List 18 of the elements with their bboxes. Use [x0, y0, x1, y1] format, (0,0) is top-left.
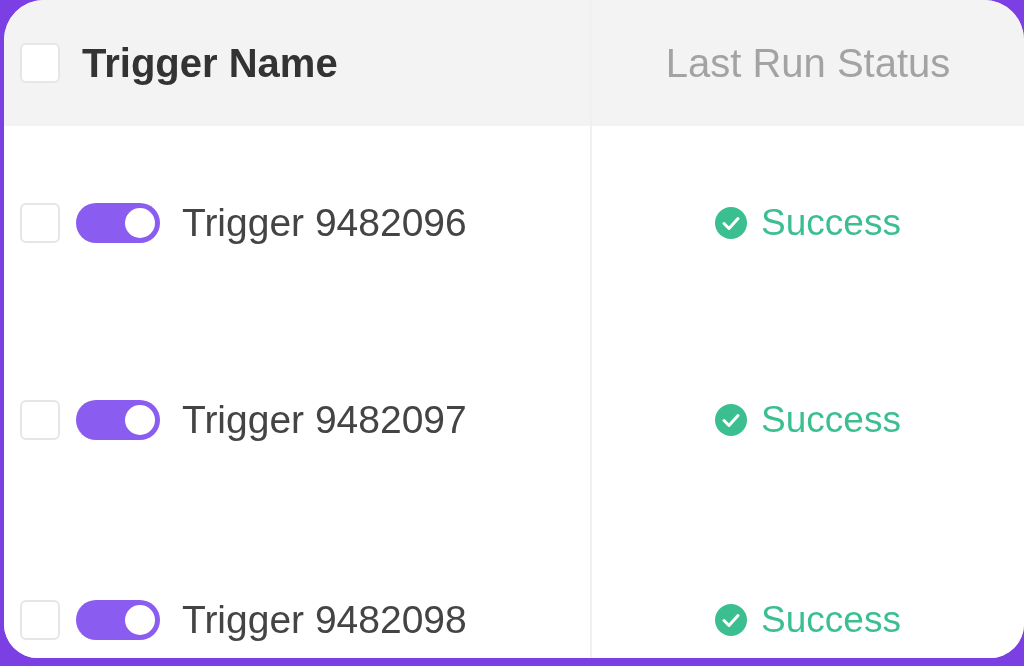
status-label: Success: [761, 599, 901, 641]
trigger-name: Trigger 9482097: [182, 398, 467, 442]
check-circle-icon: [715, 207, 748, 239]
check-circle-icon: [715, 404, 748, 436]
toggle-switch[interactable]: [76, 600, 160, 640]
check-circle-icon: [715, 604, 748, 636]
status-label: Success: [761, 202, 901, 244]
status-label: Success: [761, 399, 901, 441]
toggle-switch[interactable]: [76, 203, 160, 243]
row-checkbox[interactable]: [20, 600, 60, 640]
toggle-switch[interactable]: [76, 400, 160, 440]
row-checkbox[interactable]: [20, 203, 60, 243]
trigger-name: Trigger 9482098: [182, 598, 467, 642]
row-checkbox[interactable]: [20, 400, 60, 440]
select-all-checkbox[interactable]: [20, 43, 60, 83]
trigger-name: Trigger 9482096: [182, 201, 467, 245]
column-header: Trigger Name: [82, 40, 338, 86]
column-header: Last Run Status: [665, 40, 951, 86]
